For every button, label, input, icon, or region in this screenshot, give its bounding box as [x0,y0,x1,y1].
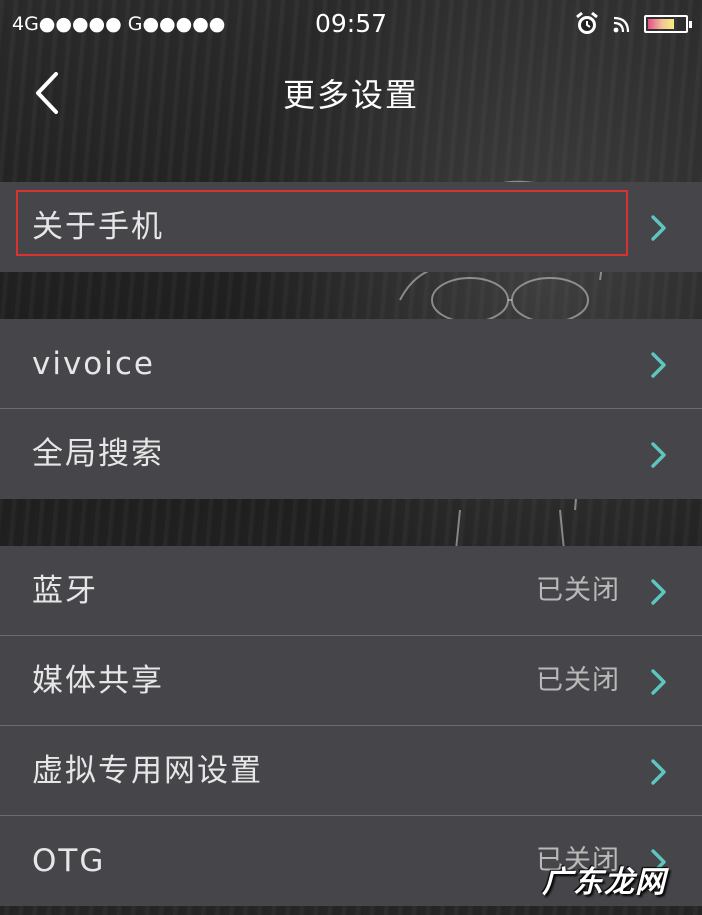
chevron-right-icon [651,759,666,785]
settings-item-label: 蓝牙 [32,573,98,609]
settings-item-label: 虚拟专用网设置 [32,753,263,789]
settings-group-connectivity: 蓝牙 已关闭 媒体共享 已关闭 虚拟专用网设置 OTG 已关闭 [0,546,702,906]
settings-group-about: 关于手机 [0,182,702,272]
settings-item-label: 媒体共享 [32,663,164,699]
settings-item-label: 全局搜索 [32,436,164,472]
settings-item-bluetooth[interactable]: 蓝牙 已关闭 [0,546,702,636]
alarm-clock-icon [576,11,598,34]
settings-item-label: vivoice [32,346,155,382]
settings-item-status: 已关闭 [536,575,620,606]
wifi-icon [613,16,630,33]
page-title: 更多设置 [282,76,419,114]
chevron-right-icon [651,215,666,241]
settings-item-about-phone[interactable]: 关于手机 [0,182,702,272]
battery-icon [644,15,692,33]
settings-item-label: OTG [32,843,106,879]
watermark: 广东龙网 [542,865,666,900]
settings-item-label: 关于手机 [32,209,164,245]
settings-item-vpn[interactable]: 虚拟专用网设置 [0,726,702,816]
chevron-right-icon [651,579,666,605]
chevron-right-icon [651,352,666,378]
chevron-right-icon [651,669,666,695]
battery-level [648,19,674,29]
status-icons [574,10,692,38]
status-bar: 4G●●●●● G●●●●● 09:57 [0,0,702,48]
settings-item-media-sharing[interactable]: 媒体共享 已关闭 [0,636,702,726]
chevron-right-icon [651,442,666,468]
settings-item-global-search[interactable]: 全局搜索 [0,409,702,499]
settings-item-status: 已关闭 [536,665,620,696]
navigation-bar: 更多设置 [0,48,702,136]
settings-group-voice-search: vivoice 全局搜索 [0,319,702,499]
settings-item-vivoice[interactable]: vivoice [0,319,702,409]
